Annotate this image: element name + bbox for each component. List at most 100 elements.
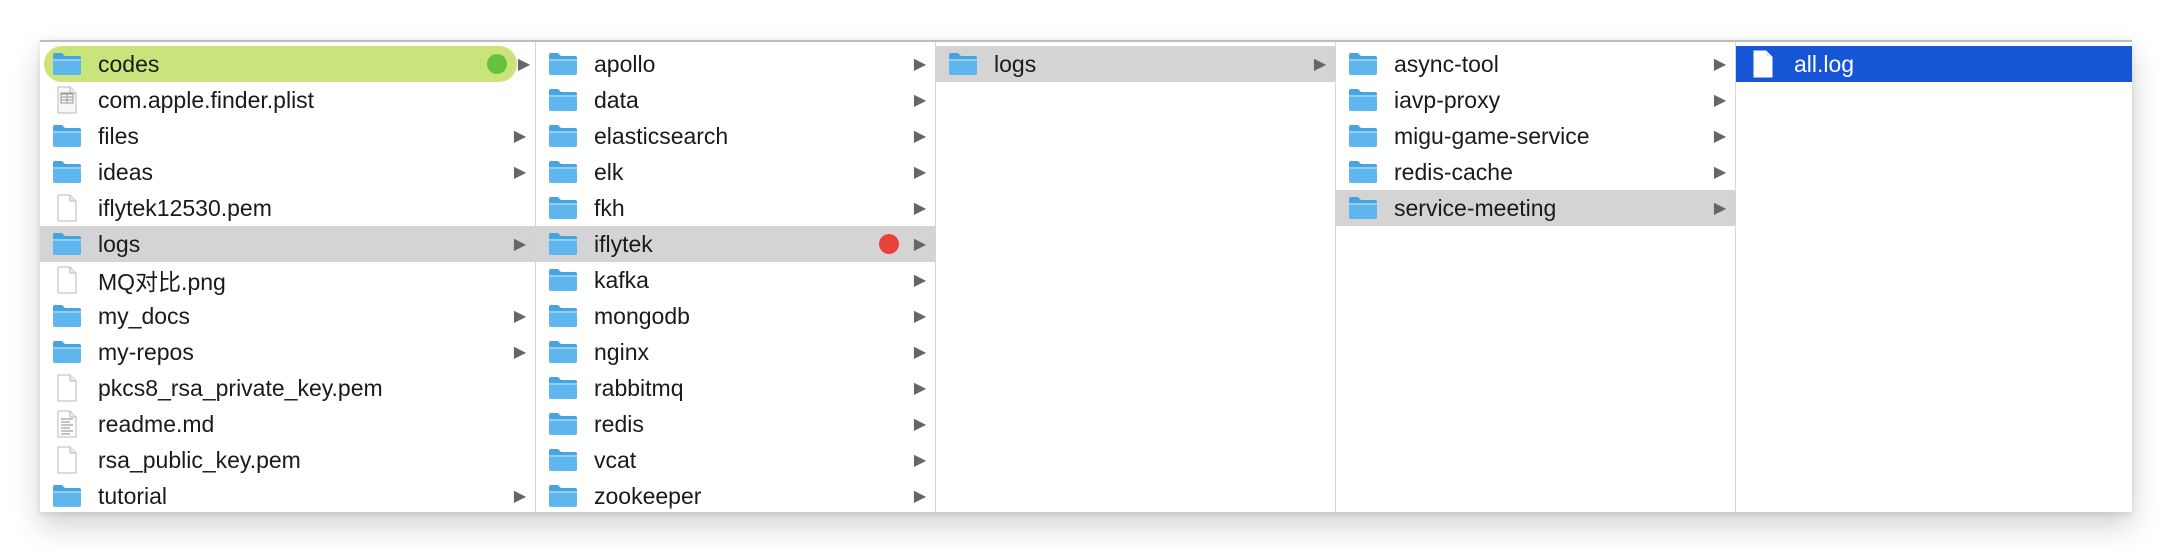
disclosure-arrow-icon[interactable]: ▶	[513, 54, 535, 74]
disclosure-arrow-icon[interactable]: ▶	[509, 306, 531, 326]
item-label: my-repos	[98, 338, 194, 365]
item-label: elasticsearch	[594, 122, 729, 149]
list-item[interactable]: async-tool ▶	[1336, 46, 1735, 82]
file-icon	[50, 266, 84, 294]
list-item[interactable]: apollo ▶	[536, 46, 935, 82]
list-item[interactable]: mongodb ▶	[536, 298, 935, 334]
folder-icon	[50, 50, 84, 78]
folder-icon	[1346, 86, 1380, 114]
disclosure-arrow-icon[interactable]: ▶	[509, 234, 531, 254]
item-label: iflytek12530.pem	[98, 194, 272, 221]
list-item[interactable]: ideas ▶	[40, 154, 535, 190]
list-item[interactable]: all.log▶	[1736, 46, 2132, 82]
list-item[interactable]: iflytek12530.pem▶	[40, 190, 535, 226]
item-label: MQ对比.png	[98, 269, 226, 295]
file-icon	[50, 374, 84, 402]
folder-icon	[1346, 122, 1380, 150]
column-logs[interactable]: apollo ▶ data ▶ elasticsearch ▶ elk ▶ fkh ▶ iflyte…	[536, 42, 936, 512]
list-item[interactable]: fkh ▶	[536, 190, 935, 226]
list-item[interactable]: rsa_public_key.pem▶	[40, 442, 535, 478]
list-item[interactable]: iflytek ▶	[536, 226, 935, 262]
list-item[interactable]: migu-game-service ▶	[1336, 118, 1735, 154]
disclosure-arrow-icon[interactable]: ▶	[509, 126, 531, 146]
list-item[interactable]: redis-cache ▶	[1336, 154, 1735, 190]
column-iflytek-logs[interactable]: async-tool ▶ iavp-proxy ▶ migu-game-service ▶…	[1336, 42, 1736, 512]
list-item[interactable]: logs ▶	[40, 226, 535, 262]
list-item[interactable]: files ▶	[40, 118, 535, 154]
list-item[interactable]: my_docs ▶	[40, 298, 535, 334]
list-item[interactable]: iavp-proxy ▶	[1336, 82, 1735, 118]
folder-icon	[50, 230, 84, 258]
item-label: iflytek	[594, 230, 653, 257]
disclosure-arrow-icon[interactable]: ▶	[909, 234, 931, 254]
file-icon	[1746, 50, 1780, 78]
folder-icon	[546, 122, 580, 150]
list-item[interactable]: codes ▶	[44, 46, 530, 82]
disclosure-arrow-icon[interactable]: ▶	[909, 90, 931, 110]
disclosure-arrow-icon[interactable]: ▶	[909, 342, 931, 362]
folder-icon	[1346, 194, 1380, 222]
folder-icon	[546, 302, 580, 330]
disclosure-arrow-icon[interactable]: ▶	[909, 198, 931, 218]
disclosure-arrow-icon[interactable]: ▶	[909, 486, 931, 506]
list-item[interactable]: rabbitmq ▶	[536, 370, 935, 406]
disclosure-arrow-icon[interactable]: ▶	[909, 162, 931, 182]
disclosure-arrow-icon[interactable]: ▶	[509, 162, 531, 182]
disclosure-arrow-icon[interactable]: ▶	[909, 126, 931, 146]
folder-icon	[50, 122, 84, 150]
item-label: rsa_public_key.pem	[98, 446, 301, 473]
column-bottom-fade	[1336, 506, 1735, 512]
disclosure-arrow-icon[interactable]: ▶	[909, 270, 931, 290]
folder-icon	[546, 194, 580, 222]
disclosure-arrow-icon[interactable]: ▶	[509, 486, 531, 506]
item-label: my_docs	[98, 302, 191, 329]
disclosure-arrow-icon[interactable]: ▶	[509, 342, 531, 362]
text-file-icon	[50, 410, 84, 438]
item-label: redis	[594, 410, 644, 437]
list-item[interactable]: data ▶	[536, 82, 935, 118]
column-home[interactable]: codes▶com.apple.finder.plist▶files▶ideas…	[40, 42, 536, 512]
folder-icon	[546, 230, 580, 258]
list-item[interactable]: my-repos ▶	[40, 334, 535, 370]
item-label: logs	[98, 230, 141, 257]
list-item[interactable]: redis ▶	[536, 406, 935, 442]
folder-icon	[546, 86, 580, 114]
column-bottom-fade	[936, 506, 1335, 512]
list-item[interactable]: MQ对比.png▶	[40, 262, 535, 298]
column-service-meeting[interactable]: all.log▶	[1736, 42, 2132, 512]
disclosure-arrow-icon[interactable]: ▶	[1709, 54, 1731, 74]
list-item[interactable]: kafka ▶	[536, 262, 935, 298]
item-label: pkcs8_rsa_private_key.pem	[98, 374, 383, 401]
item-label: elk	[594, 158, 624, 185]
disclosure-arrow-icon[interactable]: ▶	[909, 450, 931, 470]
disclosure-arrow-icon[interactable]: ▶	[909, 54, 931, 74]
item-label: rabbitmq	[594, 374, 684, 401]
folder-icon	[50, 158, 84, 186]
disclosure-arrow-icon[interactable]: ▶	[909, 414, 931, 434]
item-label: ideas	[98, 158, 153, 185]
list-item[interactable]: logs ▶	[936, 46, 1335, 82]
item-label: redis-cache	[1394, 158, 1513, 185]
folder-icon	[50, 302, 84, 330]
disclosure-arrow-icon[interactable]: ▶	[1709, 162, 1731, 182]
list-item[interactable]: elasticsearch ▶	[536, 118, 935, 154]
disclosure-arrow-icon[interactable]: ▶	[1709, 126, 1731, 146]
column-bottom-fade	[1736, 506, 2132, 512]
list-item[interactable]: nginx ▶	[536, 334, 935, 370]
list-item[interactable]: elk ▶	[536, 154, 935, 190]
disclosure-arrow-icon[interactable]: ▶	[909, 306, 931, 326]
folder-icon	[546, 158, 580, 186]
folder-icon	[546, 410, 580, 438]
folder-icon	[546, 50, 580, 78]
disclosure-arrow-icon[interactable]: ▶	[1709, 90, 1731, 110]
column-iflytek[interactable]: logs ▶	[936, 42, 1336, 512]
list-item[interactable]: vcat ▶	[536, 442, 935, 478]
list-item[interactable]: service-meeting ▶	[1336, 190, 1735, 226]
disclosure-arrow-icon[interactable]: ▶	[1309, 54, 1331, 74]
folder-icon	[946, 50, 980, 78]
disclosure-arrow-icon[interactable]: ▶	[909, 378, 931, 398]
list-item[interactable]: pkcs8_rsa_private_key.pem▶	[40, 370, 535, 406]
list-item[interactable]: com.apple.finder.plist▶	[40, 82, 535, 118]
disclosure-arrow-icon[interactable]: ▶	[1709, 198, 1731, 218]
list-item[interactable]: readme.md▶	[40, 406, 535, 442]
